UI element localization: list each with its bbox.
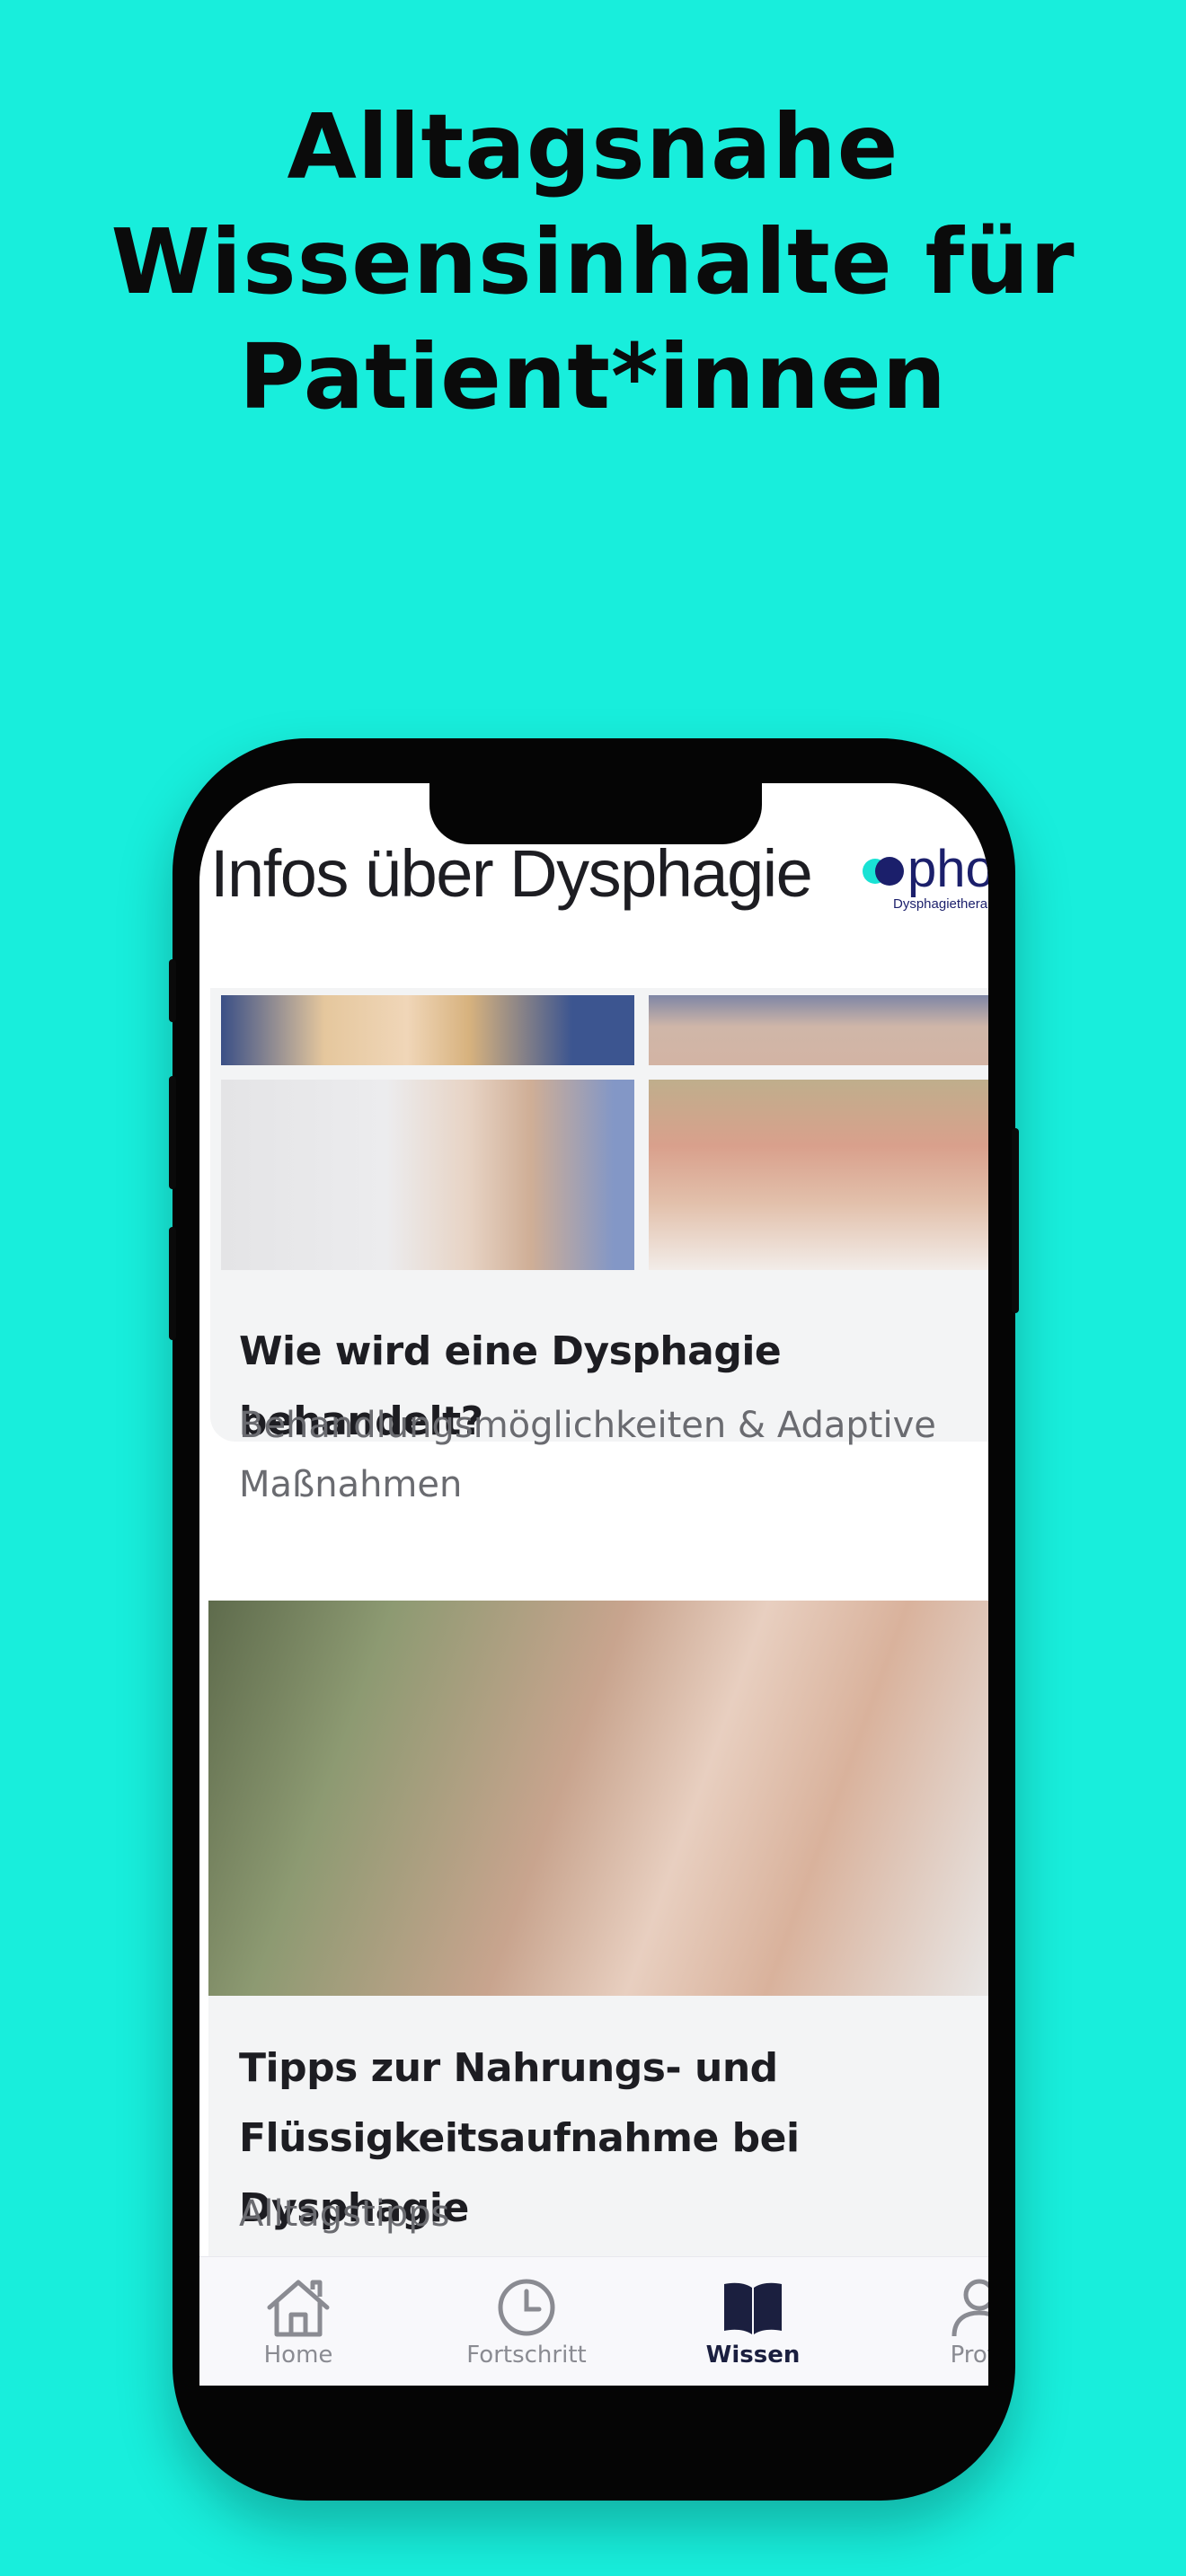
user-icon xyxy=(951,2279,988,2337)
phone-notch xyxy=(429,780,762,844)
article-image xyxy=(221,995,634,1065)
page-title: Infos über Dysphagie xyxy=(210,836,813,911)
tab-home[interactable]: Home xyxy=(217,2275,379,2374)
phone-side-button xyxy=(1012,1128,1019,1313)
headline-line-1: Alltagsnahe xyxy=(287,94,899,199)
article-title-line-1[interactable]: Tipps zur Nahrungs- und xyxy=(239,2033,778,2104)
article-subtitle: Alltagstipps xyxy=(239,2193,450,2235)
promo-headline: Alltagsnahe Wissensinhalte für Patient*i… xyxy=(0,90,1186,435)
phone-side-button xyxy=(169,959,176,1022)
logo-dot-icon xyxy=(875,857,904,886)
phone-side-button xyxy=(169,1227,176,1340)
headline-line-2: Wissensinhalte für xyxy=(111,209,1075,314)
tab-progress[interactable]: Fortschritt xyxy=(446,2275,607,2374)
tab-label: Fortschritt xyxy=(466,2342,587,2369)
book-icon xyxy=(724,2282,782,2334)
app-screen: Infos über Dysphagie pho Dysphagietherap… xyxy=(199,783,988,2386)
logo-subtitle: Dysphagietherapie xyxy=(893,896,988,912)
headline-line-3: Patient*innen xyxy=(239,324,947,429)
home-icon xyxy=(267,2280,330,2337)
tab-label: Wissen xyxy=(705,2342,801,2369)
article-image xyxy=(221,1080,634,1270)
article-subtitle: Behandlungsmöglichkeiten & Adaptive Maßn… xyxy=(239,1405,936,1505)
tab-knowledge[interactable]: Wissen xyxy=(672,2275,834,2374)
clock-icon xyxy=(498,2279,555,2336)
logo-wordmark: pho xyxy=(907,840,988,898)
tab-bar: Home Fortschritt Wissen Profil xyxy=(199,2256,988,2386)
phone-side-button xyxy=(169,1076,176,1189)
article-image[interactable] xyxy=(208,1601,988,1996)
tab-label: Home xyxy=(263,2342,333,2369)
tab-profile[interactable]: Profil xyxy=(898,2275,988,2374)
article-image xyxy=(649,995,988,1065)
brand-logo: pho Dysphagietherapie xyxy=(863,840,988,916)
article-image xyxy=(649,1080,988,1270)
tab-label: Profil xyxy=(950,2342,988,2369)
